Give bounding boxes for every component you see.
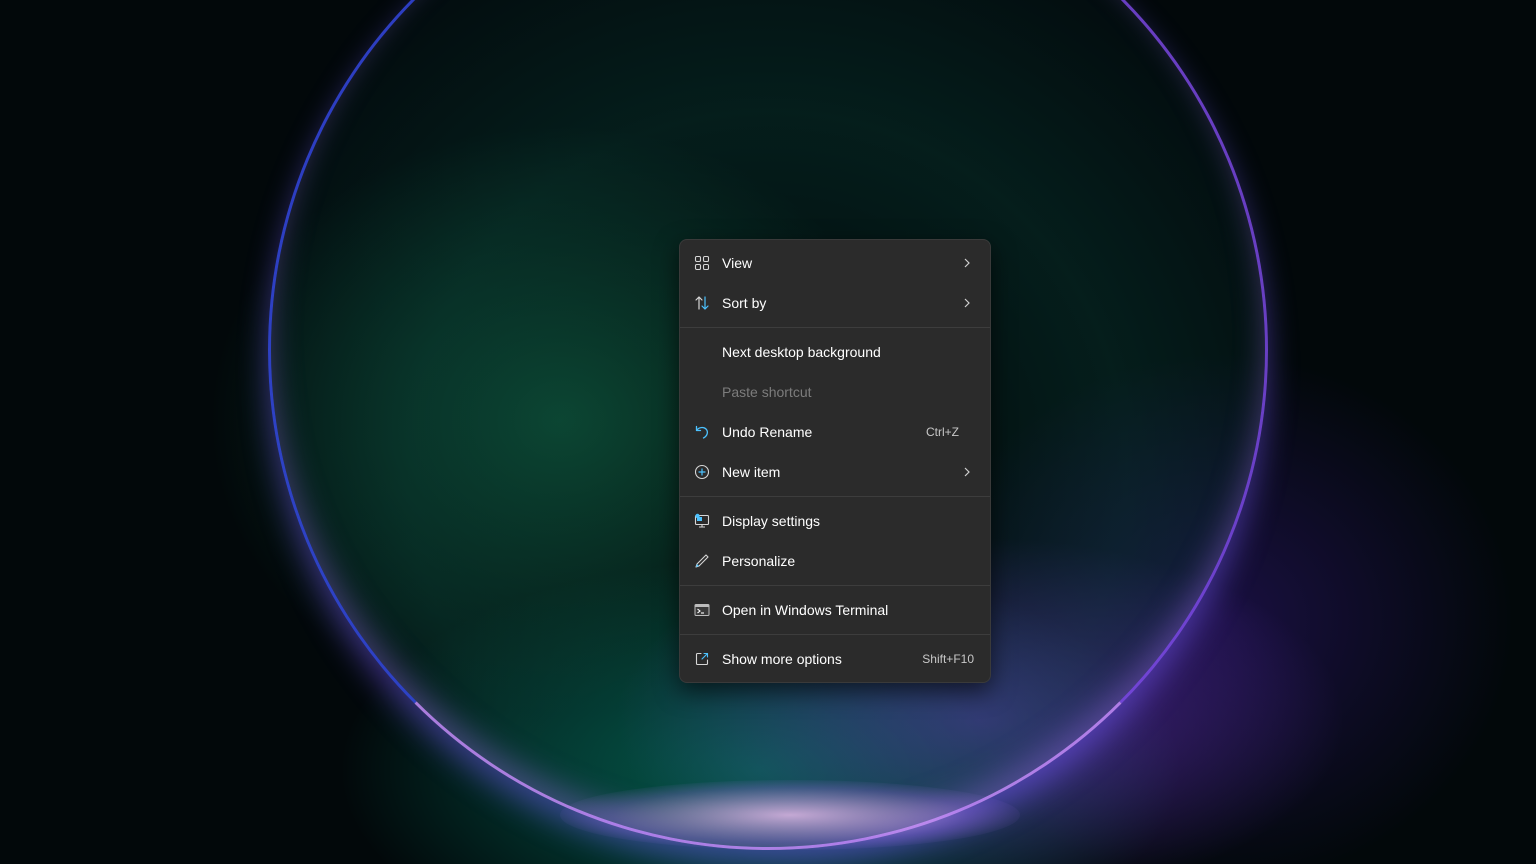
terminal-icon: [694, 602, 710, 618]
chevron-right-icon: [962, 465, 972, 479]
undo-icon: [694, 424, 710, 440]
menu-item-open-in-windows-terminal[interactable]: Open in Windows Terminal: [684, 590, 986, 630]
menu-item-next-desktop-background[interactable]: Next desktop background: [684, 332, 986, 372]
display-icon: [694, 513, 710, 529]
sort-icon: [694, 295, 710, 311]
chevron-right-icon: [962, 296, 972, 310]
menu-separator: [680, 585, 990, 586]
menu-item-label: View: [722, 255, 753, 271]
keyboard-shortcut: Shift+F10: [922, 652, 974, 666]
open-external-icon: [694, 651, 710, 667]
wallpaper-glow: [560, 780, 1020, 850]
grid-icon: [694, 255, 710, 271]
menu-item-paste-shortcut: Paste shortcut: [684, 372, 986, 412]
keyboard-shortcut: Ctrl+Z: [926, 425, 959, 439]
chevron-right-icon: [962, 256, 972, 270]
menu-item-label: Undo Rename: [722, 424, 813, 440]
menu-item-label: Next desktop background: [722, 344, 881, 360]
menu-item-undo-rename[interactable]: Undo Rename Ctrl+Z: [684, 412, 986, 452]
menu-separator: [680, 634, 990, 635]
menu-item-view[interactable]: View: [684, 243, 986, 283]
pen-icon: [694, 553, 710, 569]
menu-item-display-settings[interactable]: Display settings: [684, 501, 986, 541]
menu-item-label: Paste shortcut: [722, 384, 812, 400]
desktop-context-menu: View Sort by Next desktop background Pas…: [679, 239, 991, 683]
menu-item-personalize[interactable]: Personalize: [684, 541, 986, 581]
menu-item-label: Open in Windows Terminal: [722, 602, 889, 618]
menu-item-label: Show more options: [722, 651, 842, 667]
menu-item-sort-by[interactable]: Sort by: [684, 283, 986, 323]
menu-item-show-more-options[interactable]: Show more options Shift+F10: [684, 639, 986, 679]
menu-item-new-item[interactable]: New item: [684, 452, 986, 492]
menu-item-label: New item: [722, 464, 781, 480]
menu-item-label: Sort by: [722, 295, 767, 311]
menu-item-label: Personalize: [722, 553, 796, 569]
add-circle-icon: [694, 464, 710, 480]
menu-separator: [680, 496, 990, 497]
menu-separator: [680, 327, 990, 328]
menu-item-label: Display settings: [722, 513, 821, 529]
